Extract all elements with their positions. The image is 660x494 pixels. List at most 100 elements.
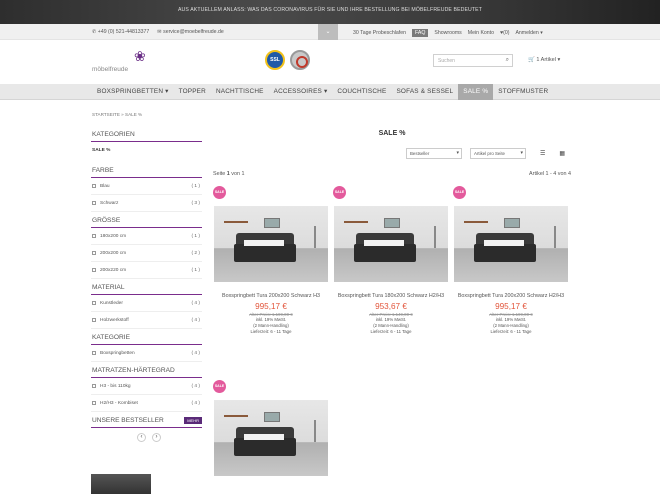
filter-label: 200x220 cm: [100, 267, 127, 273]
checkbox-icon[interactable]: [92, 318, 96, 322]
category-label: SALE %: [92, 148, 111, 153]
checkbox-icon[interactable]: [92, 251, 96, 255]
checkbox-icon[interactable]: [92, 234, 96, 238]
section-title-matratzen: MATRATZEN-HÄRTEGRAD: [91, 364, 202, 378]
section-title-kategorien: KATEGORIEN: [91, 128, 202, 142]
filter-count: ( 1 ): [191, 267, 200, 273]
nav-item-sale[interactable]: SALE %: [458, 84, 494, 100]
filter-label: 180x200 cm: [100, 233, 127, 239]
bestseller-thumbnail[interactable]: [91, 474, 151, 494]
announcement-banner[interactable]: AUS AKTUELLEM ANLASS: WAS DAS CORONAVIRU…: [0, 0, 660, 24]
filter-count: ( 4 ): [191, 317, 200, 323]
filter-option-kunstleder[interactable]: Kunstleder ( 4 ): [91, 295, 202, 312]
filter-option-200x200[interactable]: 200x200 cm ( 2 ): [91, 245, 202, 262]
logo-text: möbelfreude: [92, 66, 129, 73]
nav-item-boxspringbetten[interactable]: BOXSPRINGBETTEN ▾: [92, 84, 174, 100]
nav-item-stoffmuster[interactable]: STOFFMUSTER: [493, 84, 553, 100]
nav-item-accessoires[interactable]: ACCESSOIRES ▾: [269, 84, 333, 100]
link-anmelden[interactable]: Anmelden ▾: [515, 30, 542, 36]
checkbox-icon[interactable]: [92, 268, 96, 272]
filter-label: 200x200 cm: [100, 250, 127, 256]
sale-badge: SALE: [453, 186, 466, 199]
filter-count: ( 1 ): [191, 233, 200, 239]
checkbox-icon[interactable]: [92, 201, 96, 205]
email-link[interactable]: ✉ service@moebelfreude.de: [157, 29, 223, 35]
search-input[interactable]: Suchen ⌕: [433, 54, 513, 67]
ssl-badge: SSL: [265, 50, 285, 70]
search-icon[interactable]: ⌕: [506, 57, 509, 64]
nav-item-topper[interactable]: TOPPER: [174, 84, 211, 100]
sale-badge: SALE: [213, 186, 226, 199]
checkbox-icon[interactable]: [92, 351, 96, 355]
product-name[interactable]: Boxspringbett Tura 200x200 Schwarz H2/H3: [453, 293, 569, 300]
section-title-farbe: FARBE: [91, 164, 202, 178]
link-showrooms[interactable]: Showrooms: [434, 30, 461, 36]
filter-option-blau[interactable]: Blau ( 1 ): [91, 178, 202, 195]
main-nav: BOXSPRINGBETTEN ▾ TOPPER NACHTTISCHE ACC…: [0, 84, 660, 100]
nav-item-nachttische[interactable]: NACHTTISCHE: [211, 84, 269, 100]
filter-label: Holzwerkstoff: [100, 317, 129, 323]
delivery-time: Lieferzeit: 6 - 11 Tage: [490, 329, 532, 334]
phone-number: +49 (0) 521-44813377: [97, 29, 150, 35]
top-bar: ✆ +49 (0) 521-44813377 ✉ service@moebelf…: [0, 24, 660, 40]
link-faq[interactable]: FAQ: [411, 29, 429, 37]
filter-count: ( 4 ): [191, 383, 200, 389]
product-name[interactable]: Boxspringbett Tura 200x200 Schwarz H3: [213, 293, 329, 300]
link-mein-konto[interactable]: Mein Konto: [468, 30, 494, 36]
nav-item-couchtische[interactable]: COUCHTISCHE: [332, 84, 391, 100]
delivery-time: Lieferzeit: 6 - 11 Tage: [250, 329, 292, 334]
filter-label: Schwarz: [100, 200, 119, 206]
filter-option-200x220[interactable]: 200x220 cm ( 1 ): [91, 262, 202, 279]
bestseller-more-button[interactable]: MEHR: [184, 417, 202, 424]
delivery-time: Lieferzeit: 6 - 11 Tage: [370, 329, 412, 334]
grid-view-icon[interactable]: ▦: [559, 150, 565, 157]
filter-option-holzwerkstoff[interactable]: Holzwerkstoff ( 4 ): [91, 312, 202, 329]
product-image[interactable]: [214, 206, 328, 282]
link-probeschlafen[interactable]: 30 Tage Probeschlafen: [353, 30, 406, 36]
product-price: 953,67 €: [375, 302, 407, 311]
email-address: service@moebelfreude.de: [163, 29, 224, 35]
product-image[interactable]: [214, 400, 328, 476]
sidebar: KATEGORIEN SALE % FARBE Blau ( 1 ) Schwar…: [91, 128, 202, 494]
announcement-text[interactable]: AUS AKTUELLEM ANLASS: WAS DAS CORONAVIRU…: [178, 7, 482, 13]
product-image[interactable]: [334, 206, 448, 282]
checkbox-icon[interactable]: [92, 301, 96, 305]
filter-label: H3 - bis 110kg: [100, 383, 131, 389]
filter-option-schwarz[interactable]: Schwarz ( 3 ): [91, 195, 202, 212]
category-sale[interactable]: SALE %: [91, 142, 202, 159]
checkbox-icon[interactable]: [92, 184, 96, 188]
filter-option-180x200[interactable]: 180x200 cm ( 1 ): [91, 228, 202, 245]
section-title-groesse: GRÖSSE: [91, 214, 202, 228]
filter-label: H2/H3 - Kombiset: [100, 400, 138, 406]
carousel-prev-icon[interactable]: ‹: [137, 433, 146, 442]
carousel-next-icon[interactable]: ›: [152, 433, 161, 442]
nav-item-sofas[interactable]: SOFAS & SESSEL: [391, 84, 458, 100]
sale-badge: SALE: [213, 380, 226, 393]
filter-label: Boxspringbetten: [100, 350, 135, 356]
list-view-icon[interactable]: ☰: [540, 150, 545, 157]
phone-link[interactable]: ✆ +49 (0) 521-44813377: [92, 29, 149, 35]
filter-option-h2h3[interactable]: H2/H3 - Kombiset ( 4 ): [91, 395, 202, 412]
product-name[interactable]: Boxspringbett Tura 180x200 Schwarz H2/H3: [333, 293, 449, 300]
filter-count: ( 4 ): [191, 300, 200, 306]
trust-seal-icon[interactable]: [290, 50, 310, 70]
filter-option-h3[interactable]: H3 - bis 110kg ( 4 ): [91, 378, 202, 395]
filter-label: Blau: [100, 183, 110, 189]
topbar-toggle-button[interactable]: ⌄: [318, 24, 338, 40]
checkbox-icon[interactable]: [92, 401, 96, 405]
breadcrumb[interactable]: STARTSEITE » SALE %: [92, 112, 142, 117]
section-title-kategorie: KATEGORIE: [91, 331, 202, 345]
checkbox-icon[interactable]: [92, 384, 96, 388]
wishlist-link[interactable]: ♥(0): [500, 30, 509, 36]
wishlist-count: (0): [503, 30, 510, 36]
sort-select[interactable]: Bestseller: [406, 148, 462, 159]
logo[interactable]: ❀ möbelfreude: [92, 48, 152, 76]
filter-count: ( 2 ): [191, 250, 200, 256]
logo-flower-icon: ❀: [134, 48, 146, 64]
product-price: 995,17 €: [495, 302, 527, 311]
section-title-material: MATERIAL: [91, 281, 202, 295]
per-page-select[interactable]: Artikel pro Seite: [470, 148, 526, 159]
product-image[interactable]: [454, 206, 568, 282]
filter-option-boxspringbetten[interactable]: Boxspringbetten ( 4 ): [91, 345, 202, 362]
cart-button[interactable]: 🛒 1 Artikel ▾: [528, 57, 560, 63]
